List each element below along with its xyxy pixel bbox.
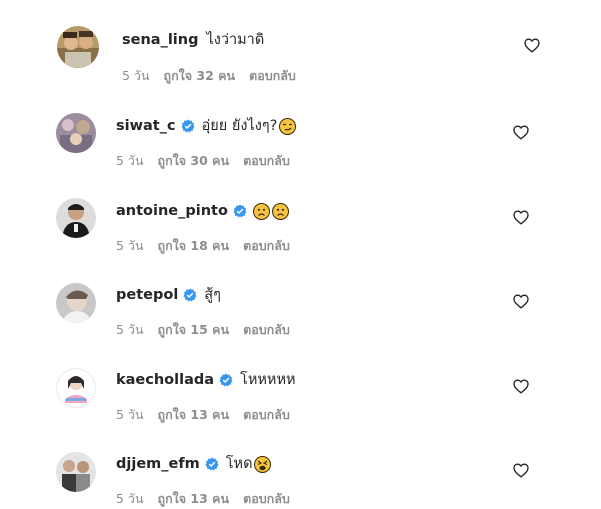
comment-time[interactable]: 5 วัน <box>116 238 144 254</box>
likes-count[interactable]: ถูกใจ 18 คน <box>158 238 230 254</box>
reply-button[interactable]: ตอบกลับ <box>243 153 290 169</box>
username[interactable]: petepol <box>116 285 178 305</box>
heart-outline-icon <box>513 210 529 225</box>
avatar-photo-icon <box>57 369 95 407</box>
like-button[interactable] <box>513 210 529 225</box>
comment-time[interactable]: 5 วัน <box>116 153 144 169</box>
reply-button[interactable]: ตอบกลับ <box>243 322 290 338</box>
heart-outline-icon <box>513 294 529 309</box>
verified-badge-icon <box>205 457 219 471</box>
likes-count[interactable]: ถูกใจ 15 คน <box>158 322 230 338</box>
comment-text: โหหหหห <box>240 372 296 388</box>
comment-text: โหด <box>225 456 253 472</box>
heart-outline-icon <box>513 463 529 478</box>
username[interactable]: antoine_pinto <box>116 201 228 221</box>
username[interactable]: kaechollada <box>116 370 214 390</box>
like-button[interactable] <box>513 125 529 140</box>
like-button[interactable] <box>513 379 529 394</box>
heart-outline-icon <box>513 125 529 140</box>
verified-badge-icon <box>181 119 195 133</box>
comment-list: sena_ling ไงว่ามาดิ 5 วัน ถูกใจ 32 คน ตอ… <box>0 0 601 509</box>
avatar[interactable] <box>56 368 96 408</box>
avatar[interactable] <box>56 283 96 323</box>
avatar[interactable] <box>56 198 96 238</box>
avatar-photo-icon <box>56 198 96 238</box>
avatar-photo-icon <box>56 283 96 323</box>
username[interactable]: siwat_c <box>116 116 176 136</box>
comment-time[interactable]: 5 วัน <box>116 491 144 507</box>
likes-count[interactable]: ถูกใจ 13 คน <box>158 407 230 423</box>
avatar[interactable] <box>56 452 96 492</box>
frown-emoji-icon <box>252 202 270 220</box>
verified-badge-icon <box>233 204 247 218</box>
comment-time[interactable]: 5 วัน <box>116 322 144 338</box>
verified-badge-icon <box>219 373 233 387</box>
frown-emoji-icon <box>271 202 289 220</box>
verified-badge-icon <box>183 288 197 302</box>
heart-outline-icon <box>513 379 529 394</box>
reply-button[interactable]: ตอบกลับ <box>243 407 290 423</box>
tired-face-emoji-icon <box>253 455 271 473</box>
smirk-emoji-icon <box>279 117 297 135</box>
likes-count[interactable]: ถูกใจ 30 คน <box>158 153 230 169</box>
like-button[interactable] <box>513 463 529 478</box>
comment-time[interactable]: 5 วัน <box>116 407 144 423</box>
reply-button[interactable]: ตอบกลับ <box>243 491 290 507</box>
comment-text: อุ่ยย ยังไงๆ? <box>201 118 278 134</box>
username[interactable]: djjem_efm <box>116 454 200 474</box>
avatar-photo-icon <box>56 452 96 492</box>
reply-button[interactable]: ตอบกลับ <box>243 238 290 254</box>
like-button[interactable] <box>513 294 529 309</box>
comment-item: djjem_efm โหด 5 วัน ถูกใจ 13 คน ตอบกลับ <box>0 0 601 506</box>
likes-count[interactable]: ถูกใจ 13 คน <box>158 491 230 507</box>
avatar[interactable] <box>56 113 96 153</box>
avatar-photo-icon <box>56 113 96 153</box>
comment-text: สู้ๆ <box>204 287 221 303</box>
